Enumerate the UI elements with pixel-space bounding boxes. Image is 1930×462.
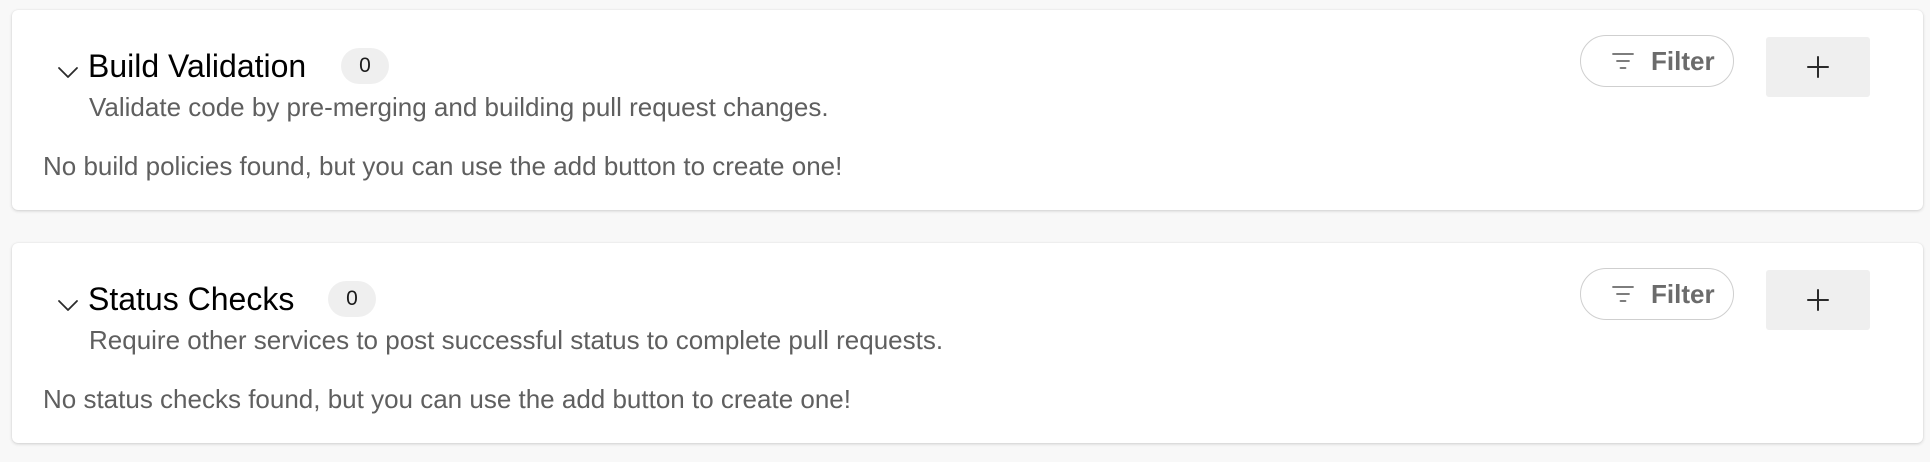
plus-icon bbox=[1807, 289, 1829, 311]
empty-state-message: No build policies found, but you can use… bbox=[43, 151, 843, 181]
filter-icon bbox=[1612, 53, 1634, 69]
filter-label: Filter bbox=[1651, 45, 1715, 76]
count-badge: 0 bbox=[341, 48, 389, 84]
add-status-check-button[interactable] bbox=[1766, 270, 1870, 330]
section-title: Status Checks bbox=[88, 281, 295, 317]
filter-icon bbox=[1612, 286, 1634, 302]
section-title: Build Validation bbox=[88, 48, 307, 84]
build-validation-section: Build Validation 0 Validate code by pre-… bbox=[12, 10, 1923, 210]
filter-button[interactable]: Filter bbox=[1580, 268, 1734, 320]
chevron-down-icon bbox=[58, 300, 78, 311]
section-description: Validate code by pre-merging and buildin… bbox=[89, 92, 829, 122]
collapse-status-checks-button[interactable] bbox=[42, 280, 94, 330]
plus-icon bbox=[1807, 56, 1829, 78]
status-checks-section: Status Checks 0 Require other services t… bbox=[12, 243, 1923, 443]
filter-label: Filter bbox=[1651, 278, 1715, 309]
chevron-down-icon bbox=[58, 67, 78, 78]
empty-state-message: No status checks found, but you can use … bbox=[43, 384, 851, 414]
filter-button[interactable]: Filter bbox=[1580, 35, 1734, 87]
section-description: Require other services to post successfu… bbox=[89, 325, 944, 355]
collapse-build-validation-button[interactable] bbox=[42, 47, 94, 97]
count-badge: 0 bbox=[328, 281, 376, 317]
add-build-policy-button[interactable] bbox=[1766, 37, 1870, 97]
